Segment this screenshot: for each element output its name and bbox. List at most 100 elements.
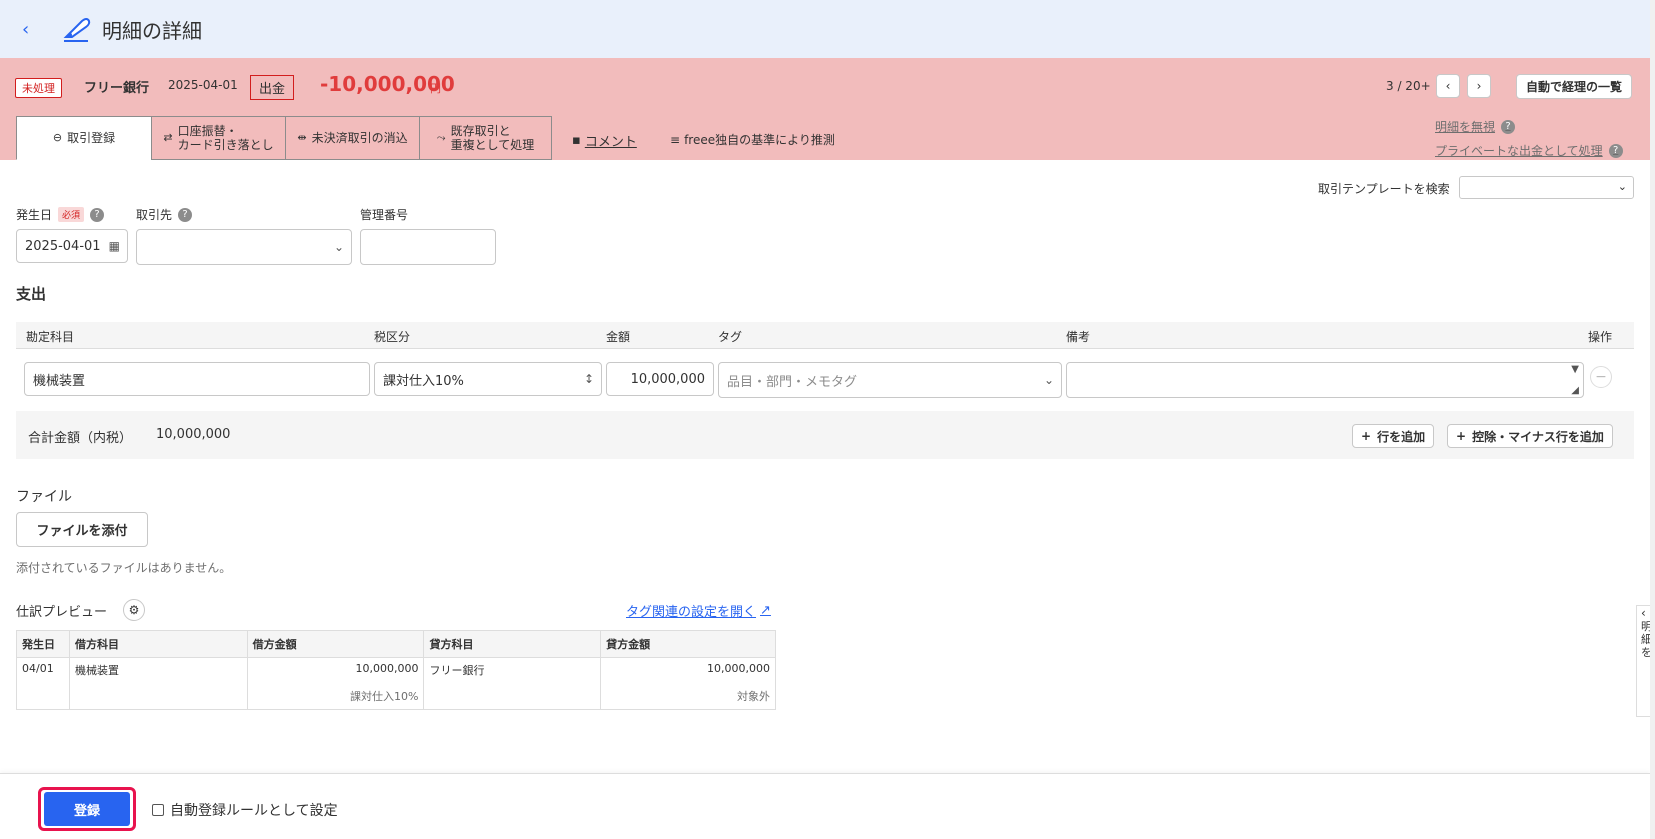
tab-reconcile[interactable]: ⇹ 未決済取引の消込 bbox=[285, 116, 419, 160]
page-title: 明細の詳細 bbox=[102, 18, 202, 43]
tax-value: 課対仕入10% bbox=[383, 373, 464, 389]
tag-placeholder: 品目・部門・メモタグ bbox=[727, 374, 858, 390]
add-minus-row-button[interactable]: + 控除・マイナス行を追加 bbox=[1447, 424, 1613, 448]
add-minus-row-label: 控除・マイナス行を追加 bbox=[1472, 429, 1604, 444]
comment-link[interactable]: ▪ コメント bbox=[572, 131, 637, 150]
template-select[interactable]: ⌄ bbox=[1459, 176, 1634, 199]
total-value: 10,000,000 bbox=[156, 427, 231, 442]
chevron-down-icon: ⌄ bbox=[1617, 180, 1627, 193]
date-value: 2025-04-01 bbox=[25, 238, 101, 254]
help-icon[interactable]: ? bbox=[90, 207, 105, 222]
ignore-link[interactable]: 明細を無視 ? bbox=[1435, 118, 1516, 135]
total-bar: 合計金額（内税） 10,000,000 + 行を追加 + 控除・マイナス行を追加 bbox=[16, 411, 1634, 459]
tab-label: 既存取引と 重複として処理 bbox=[450, 123, 535, 152]
ignore-label: 明細を無視 bbox=[1435, 120, 1496, 134]
file-section-title: ファイル bbox=[16, 489, 72, 505]
register-button[interactable]: 登録 bbox=[44, 792, 130, 826]
cell-debit-amount: 10,000,000 bbox=[246, 657, 425, 684]
tag-settings-label: タグ関連の設定を開く bbox=[626, 605, 757, 620]
help-icon[interactable]: ? bbox=[178, 207, 193, 222]
register-highlight: 登録 bbox=[38, 787, 136, 831]
col-date: 発生日 bbox=[16, 630, 70, 658]
merge-icon: ⇹ bbox=[297, 131, 307, 145]
tag-select[interactable]: 品目・部門・メモタグ ⌄ bbox=[718, 362, 1062, 398]
cell-debit-account: 機械装置 bbox=[68, 657, 248, 684]
note-textarea[interactable]: ▼ ◢ bbox=[1066, 362, 1584, 398]
duplicate-icon: ⤳ bbox=[436, 131, 446, 145]
guess-label: freee独自の基準により推測 bbox=[684, 133, 835, 147]
plus-icon: + bbox=[1361, 429, 1372, 443]
tab-label: 口座振替・ カード引き落とし bbox=[177, 123, 274, 152]
comment-icon: ▪ bbox=[572, 133, 581, 148]
header-action: 操作 bbox=[1588, 330, 1613, 344]
add-row-button[interactable]: + 行を追加 bbox=[1352, 424, 1435, 448]
tab-label: 取引登録 bbox=[67, 130, 116, 145]
auto-rule-checkbox[interactable]: 自動登録ルールとして設定 bbox=[152, 800, 338, 820]
calendar-icon[interactable]: ▦ bbox=[109, 239, 120, 253]
header-amount: 金額 bbox=[606, 330, 631, 344]
remove-row-button[interactable]: − bbox=[1590, 366, 1612, 388]
tab-register-transaction[interactable]: ⊖ 取引登録 bbox=[16, 116, 151, 160]
auto-accounting-list-button[interactable]: 自動で経理の一覧 bbox=[1516, 74, 1633, 99]
template-search-label: 取引テンプレートを検索 bbox=[1318, 182, 1450, 196]
col-debit-account: 借方科目 bbox=[68, 630, 248, 658]
cell-credit-account: フリー銀行 bbox=[423, 657, 602, 684]
private-link[interactable]: プライベートな出金として処理 ? bbox=[1435, 142, 1623, 159]
private-label: プライベートな出金として処理 bbox=[1435, 144, 1603, 158]
tab-bar: ⊖ 取引登録 ⇄ 口座振替・ カード引き落とし ⇹ 未決済取引の消込 ⤳ 既存取… bbox=[16, 116, 552, 160]
minus-circle-icon: ⊖ bbox=[52, 131, 63, 145]
tab-label: 未決済取引の消込 bbox=[311, 130, 408, 145]
col-credit-account: 貸方科目 bbox=[423, 630, 602, 658]
cell-credit-tax: 対象外 bbox=[600, 683, 776, 710]
cell-credit-amount: 10,000,000 bbox=[600, 657, 776, 684]
account-value: 機械装置 bbox=[33, 373, 86, 389]
list-icon: ≡ bbox=[670, 132, 681, 147]
transaction-date: 2025-04-01 bbox=[168, 78, 238, 92]
gear-icon[interactable]: ⚙ bbox=[123, 599, 145, 621]
date-field[interactable]: 2025-04-01 ▦ bbox=[16, 229, 128, 263]
filter-icon[interactable]: ▼ bbox=[1571, 364, 1579, 375]
amount-input[interactable]: 10,000,000 bbox=[606, 362, 714, 396]
add-row-label: 行を追加 bbox=[1377, 429, 1426, 444]
select-arrows-icon: ↕ bbox=[583, 372, 594, 386]
auto-rule-label: 自動登録ルールとして設定 bbox=[170, 803, 338, 819]
chevron-down-icon: ⌄ bbox=[1043, 373, 1054, 387]
table-header-row: 発生日 借方科目 借方金額 貸方科目 貸方金額 bbox=[16, 630, 776, 658]
no-file-message: 添付されているファイルはありません。 bbox=[16, 561, 232, 575]
tax-select[interactable]: 課対仕入10% ↕ bbox=[374, 362, 602, 396]
date-label: 発生日 bbox=[16, 208, 53, 222]
tag-settings-link[interactable]: タグ関連の設定を開く ↗ bbox=[626, 601, 771, 620]
tab-duplicate[interactable]: ⤳ 既存取引と 重複として処理 bbox=[419, 116, 552, 160]
help-icon[interactable]: ? bbox=[1501, 119, 1516, 134]
checkbox[interactable] bbox=[152, 804, 164, 816]
chevron-left-icon: ‹ bbox=[1641, 606, 1646, 620]
header-tag: タグ bbox=[718, 330, 743, 344]
header-note: 備考 bbox=[1066, 330, 1091, 344]
table-row: 04/01 機械装置 10,000,000 フリー銀行 10,000,000 bbox=[16, 657, 776, 684]
cell-date: 04/01 bbox=[16, 657, 70, 684]
guess-link[interactable]: ≡ freee独自の基準により推測 bbox=[670, 131, 835, 148]
top-header: ‹ 明細の詳細 bbox=[0, 0, 1650, 58]
tab-transfer[interactable]: ⇄ 口座振替・ カード引き落とし bbox=[151, 116, 285, 160]
status-badge: 未処理 bbox=[15, 78, 62, 98]
mgmt-label-group: 管理番号 bbox=[360, 206, 408, 223]
table-row: 課対仕入10% 対象外 bbox=[16, 683, 776, 710]
pen-logo-icon bbox=[63, 18, 91, 42]
transfer-icon: ⇄ bbox=[163, 131, 173, 145]
back-button[interactable]: ‹ bbox=[22, 19, 42, 40]
header-account: 勘定科目 bbox=[26, 330, 75, 344]
attach-file-button[interactable]: ファイルを添付 bbox=[16, 512, 148, 547]
required-badge: 必須 bbox=[58, 207, 85, 222]
expense-table-header: 勘定科目 税区分 金額 タグ 備考 操作 bbox=[16, 322, 1634, 349]
scrollbar[interactable] bbox=[1650, 0, 1655, 839]
help-icon[interactable]: ? bbox=[1608, 143, 1623, 158]
page: ‹ 明細の詳細 未処理 フリー銀行 2025-04-01 出金 -10,000,… bbox=[0, 0, 1655, 839]
prev-button[interactable]: ‹ bbox=[1436, 74, 1460, 98]
partner-select[interactable]: ⌄ bbox=[136, 229, 352, 265]
account-input[interactable]: 機械装置 bbox=[24, 362, 370, 396]
resize-handle-icon[interactable]: ◢ bbox=[1571, 385, 1579, 396]
expense-section-title: 支出 bbox=[16, 285, 47, 303]
preview-title: 仕訳プレビュー bbox=[16, 605, 108, 620]
next-button[interactable]: › bbox=[1467, 74, 1491, 98]
mgmt-number-input[interactable] bbox=[360, 229, 496, 265]
